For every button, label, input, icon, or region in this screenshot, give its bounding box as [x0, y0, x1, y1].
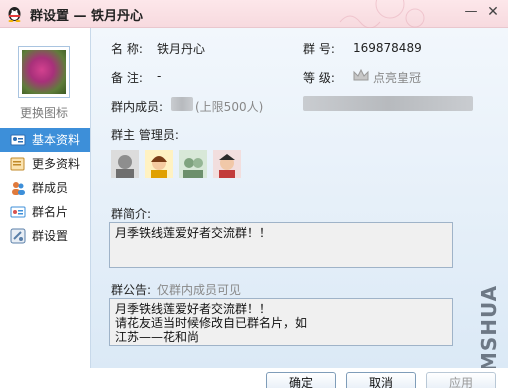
- notice-line: 江苏——花和尚: [115, 330, 200, 344]
- watermark-text: MSHUA: [477, 284, 501, 372]
- nav-item-basic-info[interactable]: 基本资料: [0, 128, 90, 152]
- flower-avatar-image: [22, 50, 66, 94]
- more-info-icon: [10, 157, 25, 171]
- remark-label: 备 注:: [111, 71, 143, 85]
- crown-icon: [353, 68, 369, 81]
- name-label: 名 称:: [111, 42, 143, 56]
- notice-hint: 仅群内成员可见: [157, 283, 242, 297]
- side-nav: 基本资料 更多资料 群成员 群名片 群设置: [0, 128, 90, 248]
- intro-label: 群简介:: [111, 207, 152, 221]
- intro-textbox[interactable]: 月季铁线莲爱好者交流群！！: [109, 222, 453, 268]
- remark-value[interactable]: -: [157, 69, 161, 83]
- owner-admin-label: 群主 管理员:: [111, 128, 179, 142]
- redacted-info-blurred: [303, 96, 473, 111]
- level-label: 等 级:: [303, 71, 335, 85]
- main-panel: 名 称: 铁月丹心 群 号: 169878489 备 注: - 等 级: 点亮皇…: [90, 28, 508, 372]
- member-count-blurred: [171, 97, 193, 111]
- close-button[interactable]: ✕: [482, 2, 504, 22]
- qq-penguin-icon: [8, 7, 21, 22]
- nav-label: 群设置: [32, 229, 69, 243]
- ok-button[interactable]: 确定: [266, 372, 336, 388]
- intro-text: 月季铁线莲爱好者交流群！！: [115, 226, 272, 240]
- group-name: 铁月丹心: [157, 42, 206, 56]
- notice-line: 月季铁线莲爱好者交流群！！: [115, 302, 272, 316]
- group-avatar[interactable]: [18, 46, 70, 98]
- minimize-button[interactable]: —: [460, 2, 482, 22]
- number-label: 群 号:: [303, 42, 335, 56]
- left-panel: 更换图标 基本资料 更多资料 群成员 群名片 群设置: [0, 28, 90, 388]
- admin-avatar-4[interactable]: [213, 150, 241, 178]
- nav-item-more-info[interactable]: 更多资料: [0, 152, 90, 176]
- apply-button[interactable]: 应用: [426, 372, 496, 388]
- nav-label: 群名片: [32, 205, 69, 219]
- notice-label: 群公告:: [111, 283, 152, 297]
- change-avatar-link[interactable]: 更换图标: [20, 104, 68, 121]
- notice-line: 请花友适当时候修改自已群名片，如: [115, 316, 308, 330]
- members-limit: (上限500人): [195, 100, 264, 114]
- nav-label: 更多资料: [32, 157, 81, 171]
- card-icon: [10, 206, 26, 218]
- nav-item-members[interactable]: 群成员: [0, 176, 90, 200]
- decoration-pattern-icon: [339, 0, 425, 28]
- members-icon: [12, 182, 25, 195]
- members-label: 群内成员:: [111, 100, 164, 114]
- group-number: 169878489: [353, 41, 422, 55]
- window-title: 群设置 — 铁月丹心: [30, 9, 144, 24]
- settings-icon: [10, 228, 26, 244]
- level-value[interactable]: 点亮皇冠: [373, 69, 421, 86]
- title-bar: 群设置 — 铁月丹心 — ✕: [0, 0, 508, 28]
- admin-avatar-1[interactable]: [111, 150, 139, 178]
- nav-item-card[interactable]: 群名片: [0, 200, 90, 224]
- nav-label: 群成员: [32, 181, 69, 195]
- admin-avatar-2[interactable]: [145, 150, 173, 178]
- nav-label: 基本资料: [32, 133, 81, 147]
- notice-textbox[interactable]: 月季铁线莲爱好者交流群！！ 请花友适当时候修改自已群名片，如 江苏——花和尚: [109, 298, 453, 346]
- nav-item-settings[interactable]: 群设置: [0, 224, 90, 248]
- profile-card-icon: [10, 134, 26, 146]
- cancel-button[interactable]: 取消: [346, 372, 416, 388]
- admin-avatar-3[interactable]: [179, 150, 207, 178]
